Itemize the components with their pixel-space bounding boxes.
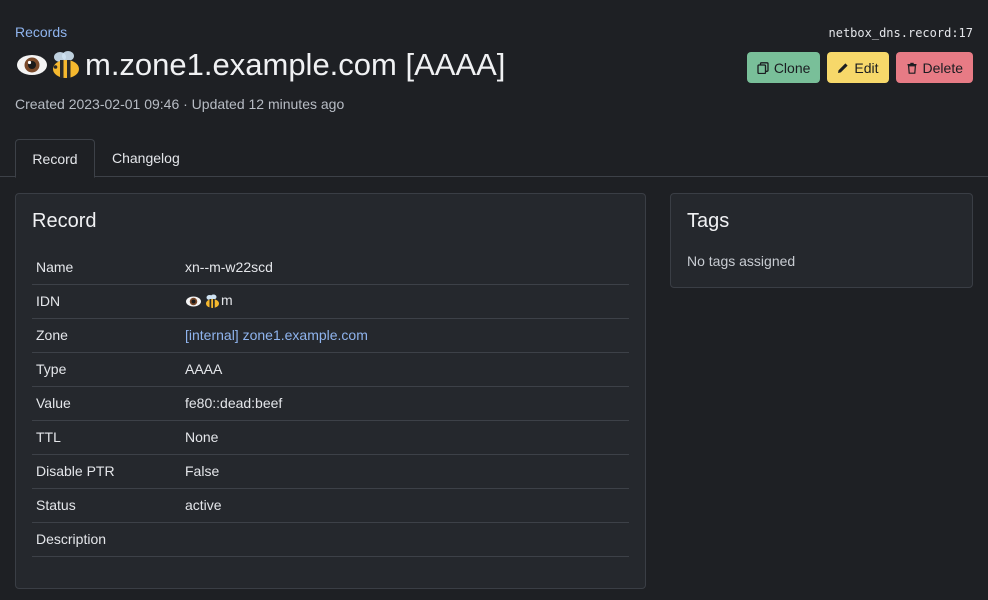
eye-icon xyxy=(17,55,47,75)
action-buttons: Clone Edit Delete xyxy=(746,52,973,83)
row-label: Name xyxy=(36,258,74,275)
edit-button-label: Edit xyxy=(854,59,879,76)
tab-bar: Record Changelog xyxy=(0,139,988,178)
tab-record[interactable]: Record xyxy=(15,139,95,178)
row-label: Description xyxy=(36,531,107,547)
row-label: Value xyxy=(36,395,71,411)
table-row: Value fe80::dead:beef xyxy=(32,386,629,420)
row-label: Type xyxy=(36,361,67,377)
bee-icon xyxy=(53,51,79,78)
page-header: Records netbox_dns.record:17 m.zone1.exa… xyxy=(0,0,988,140)
created-updated-info: Created 2023-02-01 09:46 · Updated 12 mi… xyxy=(15,96,345,112)
record-card: Record Name xn--m-w22scd IDN m Zone [int… xyxy=(15,193,646,589)
row-label: Zone xyxy=(36,327,68,343)
row-value: fe80::dead:beef xyxy=(185,395,283,411)
object-identifier: netbox_dns.record:17 xyxy=(828,26,974,40)
bee-icon xyxy=(206,294,219,308)
idn-value: m xyxy=(181,284,629,318)
clone-button[interactable]: Clone xyxy=(746,52,821,83)
zone-link[interactable]: [internal] zone1.example.com xyxy=(185,327,368,343)
trash-icon xyxy=(907,62,917,74)
page-title-text: m.zone1.example.com [AAAA] xyxy=(85,47,506,82)
title-emoji xyxy=(15,48,83,82)
row-value: AAAA xyxy=(185,361,223,377)
pencil-icon xyxy=(838,62,849,73)
no-tags-text: No tags assigned xyxy=(687,253,796,269)
row-value xyxy=(181,522,629,556)
row-label: Status xyxy=(36,497,76,513)
row-value: None xyxy=(185,429,219,445)
row-value: xn--m-w22scd xyxy=(185,258,273,275)
page-title: m.zone1.example.com [AAAA] xyxy=(15,47,505,83)
copy-icon xyxy=(757,61,769,74)
tags-card: Tags No tags assigned xyxy=(670,193,973,288)
row-label: Disable PTR xyxy=(36,463,115,479)
idn-text: m xyxy=(221,292,233,309)
table-row: Name xn--m-w22scd xyxy=(32,250,629,284)
table-row: Type AAAA xyxy=(32,352,629,386)
eye-icon xyxy=(186,296,201,307)
row-label: TTL xyxy=(36,429,61,445)
table-row: IDN m xyxy=(32,284,629,318)
record-attributes-table: Name xn--m-w22scd IDN m Zone [internal] … xyxy=(32,250,629,557)
row-value: False xyxy=(185,463,220,479)
tags-card-title: Tags xyxy=(687,210,730,232)
record-card-title: Record xyxy=(32,210,97,232)
row-value: active xyxy=(185,497,222,513)
tab-changelog[interactable]: Changelog xyxy=(96,139,196,177)
table-row: Status active xyxy=(32,488,629,522)
clone-button-label: Clone xyxy=(773,59,811,76)
table-row: Zone [internal] zone1.example.com xyxy=(32,318,629,352)
table-row: TTL None xyxy=(32,420,629,454)
table-row: Description xyxy=(32,522,629,556)
table-row: Disable PTR False xyxy=(32,454,629,488)
delete-button-label: Delete xyxy=(922,59,963,76)
delete-button[interactable]: Delete xyxy=(895,52,973,83)
breadcrumb-records[interactable]: Records xyxy=(15,24,67,40)
row-value: [internal] zone1.example.com xyxy=(181,318,629,352)
idn-emoji xyxy=(185,293,221,310)
row-label: IDN xyxy=(36,293,61,309)
edit-button[interactable]: Edit xyxy=(827,52,889,83)
